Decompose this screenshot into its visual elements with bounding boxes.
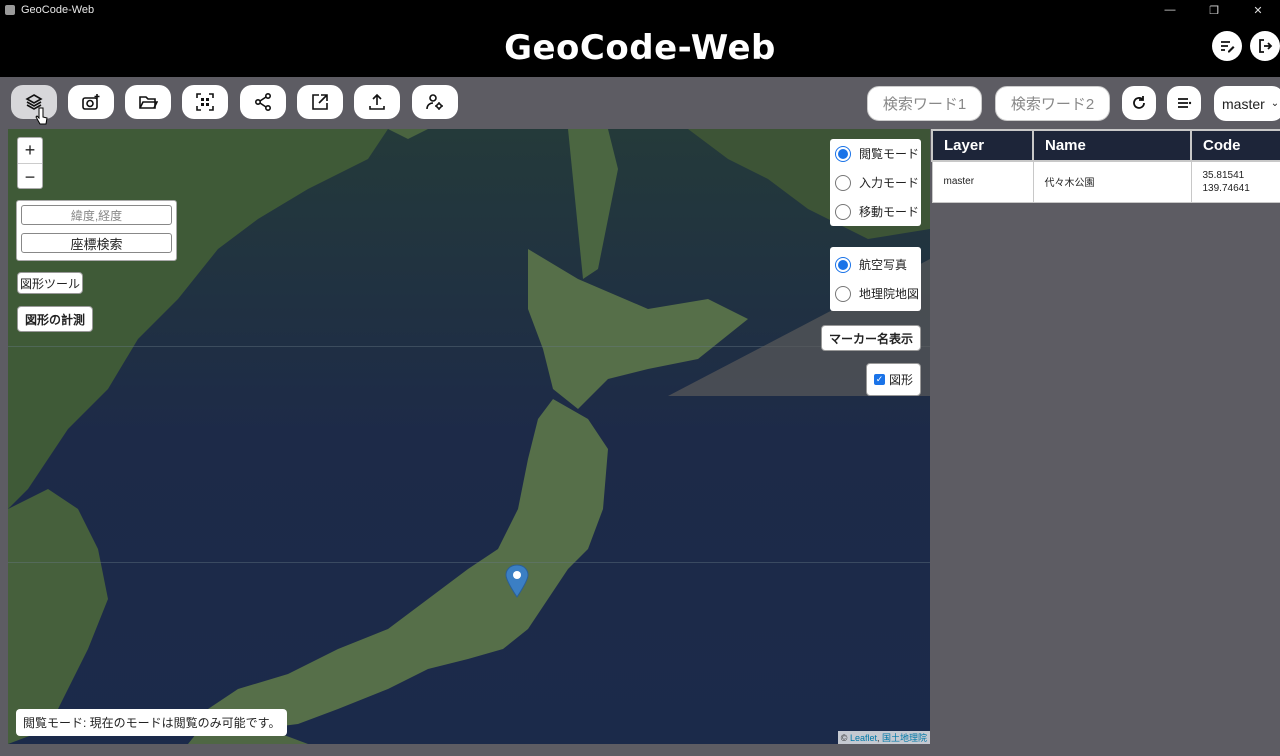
toolbar: 検索ワード1 検索ワード2 master ⌄ (0, 77, 1280, 127)
map-attribution: © Leaflet, 国土地理院 (837, 731, 930, 744)
qr-scan-button[interactable] (182, 85, 228, 119)
shape-measure-button[interactable]: 図形の計測 (17, 306, 93, 332)
coordinate-search-panel: 緯度,経度 座標検索 (16, 200, 177, 261)
edit-list-button[interactable] (1212, 31, 1242, 61)
shapes-checkbox-label: 図形 (888, 373, 913, 387)
data-table: Layer Name Code master 代々木公園 35.81541 139… (931, 129, 1280, 203)
mode-view-option[interactable]: 閲覧モード (830, 139, 921, 168)
radio-unchecked-icon (835, 174, 851, 191)
search-word-1-input[interactable]: 検索ワード1 (867, 86, 982, 121)
mouse-cursor-icon (35, 107, 48, 125)
folder-open-icon (139, 96, 158, 109)
gsi-link[interactable]: 国土地理院 (882, 733, 927, 743)
add-photo-button[interactable] (68, 85, 114, 119)
app-title: GeoCode-Web (504, 28, 776, 68)
user-settings-button[interactable] (412, 85, 458, 119)
radio-checked-icon (835, 256, 851, 273)
basemap-gsi-option[interactable]: 地理院地図 (830, 279, 921, 308)
share-button[interactable] (240, 85, 286, 119)
upload-button[interactable] (354, 85, 400, 119)
edit-list-icon (1221, 41, 1235, 53)
layer-select-value: master (1222, 95, 1265, 112)
column-header-name[interactable]: Name (1032, 129, 1192, 162)
coordinate-input[interactable]: 緯度,経度 (21, 205, 172, 225)
share-icon (254, 92, 272, 112)
logout-button[interactable] (1250, 31, 1280, 61)
upload-icon (369, 93, 385, 110)
leaflet-link[interactable]: Leaflet (850, 733, 877, 743)
mode-input-option[interactable]: 入力モード (830, 168, 921, 197)
map-view[interactable]: + − 緯度,経度 座標検索 図形ツール 図形の計測 閲覧モード 入力モード 移… (8, 129, 930, 744)
cell-layer: master (931, 160, 1034, 203)
marker-name-toggle-button[interactable]: マーカー名表示 (821, 325, 921, 351)
minimize-icon[interactable]: — (1148, 0, 1192, 20)
close-icon[interactable]: ✕ (1236, 0, 1280, 20)
open-folder-button[interactable] (125, 85, 171, 119)
list-icon (1178, 98, 1192, 108)
mode-radio-group: 閲覧モード 入力モード 移動モード (830, 139, 921, 226)
refresh-button[interactable] (1122, 86, 1156, 120)
cell-code: 35.81541 139.74641 (1190, 160, 1280, 203)
layers-button[interactable] (11, 85, 57, 119)
basemap-aerial-option[interactable]: 航空写真 (830, 250, 921, 279)
zoom-in-button[interactable]: + (18, 138, 42, 164)
external-link-button[interactable] (297, 85, 343, 119)
app-icon (5, 5, 15, 15)
list-button[interactable] (1167, 86, 1201, 120)
column-header-code[interactable]: Code (1190, 129, 1280, 162)
zoom-control: + − (17, 137, 43, 189)
basemap-radio-group: 航空写真 地理院地図 (830, 247, 921, 311)
cell-name: 代々木公園 (1032, 160, 1192, 203)
app-header: GeoCode-Web (0, 20, 1280, 77)
window-titlebar: GeoCode-Web — ❐ ✕ (0, 0, 1280, 20)
logout-icon (1259, 39, 1273, 53)
chevron-down-icon: ⌄ (1270, 98, 1280, 109)
external-link-icon (312, 94, 328, 110)
window-title: GeoCode-Web (21, 4, 95, 16)
camera-add-icon (82, 94, 100, 110)
shapes-checkbox[interactable]: ✓ 図形 (866, 363, 921, 396)
refresh-icon (1133, 96, 1145, 109)
zoom-out-button[interactable]: − (18, 164, 42, 190)
search-word-2-input[interactable]: 検索ワード2 (995, 86, 1110, 121)
shape-tool-button[interactable]: 図形ツール (17, 272, 83, 294)
restore-icon[interactable]: ❐ (1192, 0, 1236, 20)
column-header-layer[interactable]: Layer (931, 129, 1034, 162)
user-settings-icon (426, 94, 443, 110)
radio-checked-icon (835, 145, 851, 162)
mode-status-message: 閲覧モード: 現在のモードは閲覧のみ可能です。 (16, 709, 288, 736)
radio-unchecked-icon (835, 203, 851, 220)
coordinate-search-button[interactable]: 座標検索 (21, 233, 172, 253)
table-row[interactable]: master 代々木公園 35.81541 139.74641 (931, 160, 1280, 203)
checkbox-checked-icon: ✓ (873, 374, 885, 385)
qr-scan-icon (196, 93, 214, 111)
radio-unchecked-icon (835, 285, 851, 302)
layer-select[interactable]: master ⌄ (1214, 86, 1280, 121)
mode-move-option[interactable]: 移動モード (830, 197, 921, 226)
